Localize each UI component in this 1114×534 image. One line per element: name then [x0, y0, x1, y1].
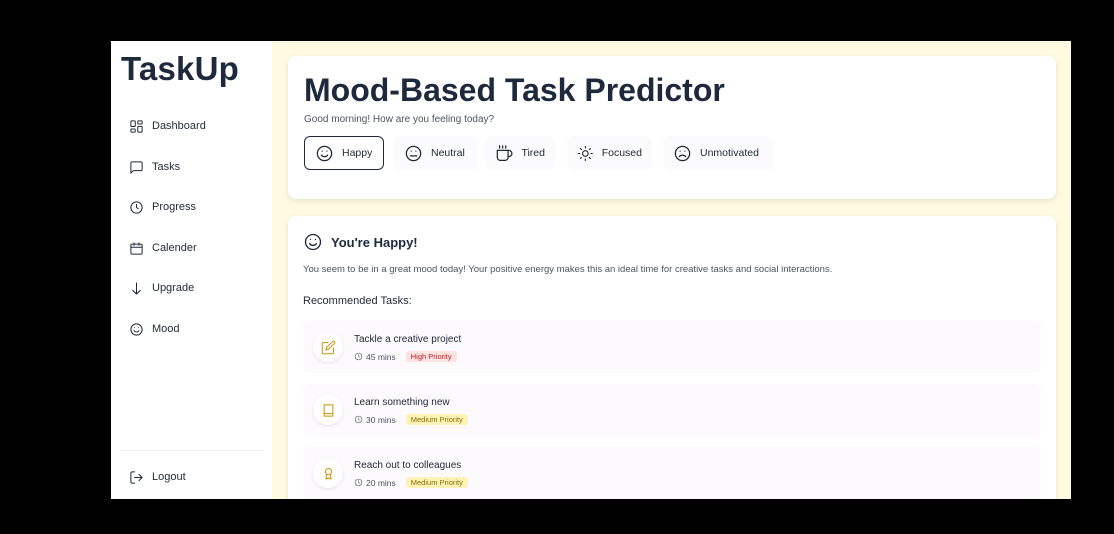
mood-option-unmotivated[interactable]: Unmotivated — [663, 136, 773, 170]
task-duration: 20 mins — [366, 477, 396, 488]
coffee-cup-icon — [496, 144, 513, 161]
sidebar-item-tasks[interactable]: Tasks — [129, 156, 180, 178]
mood-option-label: Happy — [342, 147, 373, 159]
mood-option-label: Tired — [521, 147, 545, 159]
page-title: Mood-Based Task Predictor — [304, 72, 725, 108]
mood-option-label: Focused — [601, 147, 642, 159]
mood-option-label: Unmotivated — [700, 147, 759, 159]
logout-label: Logout — [152, 471, 186, 483]
task-duration: 30 mins — [366, 414, 396, 425]
mood-option-label: Neutral — [431, 147, 465, 159]
sidebar-item-label: Upgrade — [152, 282, 195, 294]
sidebar-item-calender[interactable]: Calender — [129, 237, 197, 259]
priority-badge: Medium Priority — [405, 477, 468, 488]
sun-icon — [577, 145, 593, 161]
clock-icon — [354, 478, 363, 487]
clock-icon — [354, 352, 363, 361]
smile-icon — [130, 322, 143, 336]
sidebar-item-mood[interactable]: Mood — [129, 318, 180, 340]
award-icon — [324, 467, 332, 480]
logout-button[interactable]: Logout — [129, 466, 186, 488]
task-item[interactable]: Reach out to colleagues 20 mins Medium P… — [303, 447, 1041, 499]
task-title: Reach out to colleagues — [354, 460, 462, 471]
mood-option-neutral[interactable]: Neutral — [394, 136, 477, 170]
sidebar-item-upgrade[interactable]: Upgrade — [129, 277, 194, 299]
priority-badge: Medium Priority — [405, 414, 468, 425]
sidebar-item-label: Tasks — [152, 161, 181, 173]
result-header: You're Happy! — [303, 232, 418, 252]
task-item[interactable]: Tackle a creative project 45 mins High P… — [303, 321, 1041, 373]
result-description: You seem to be in a great mood today! Yo… — [303, 264, 833, 275]
app-window: TaskUp Dashboard Tasks Progress Calender… — [111, 41, 1071, 499]
book-icon — [323, 403, 333, 417]
mood-option-tired[interactable]: Tired — [485, 136, 555, 170]
mood-result-card: You're Happy! You seem to be in a great … — [288, 216, 1056, 499]
greeting-subtitle: Good morning! How are you feeling today? — [304, 114, 495, 125]
edit-icon — [321, 340, 335, 354]
sidebar-item-label: Progress — [152, 201, 197, 213]
clock-icon — [354, 415, 363, 424]
arrow-down-icon — [132, 281, 141, 295]
recommended-tasks-heading: Recommended Tasks: — [303, 295, 412, 307]
task-meta: 45 mins High Priority — [354, 351, 457, 362]
task-duration: 45 mins — [366, 351, 396, 362]
brand-logo: TaskUp — [121, 50, 239, 87]
sidebar-divider — [121, 450, 262, 451]
sidebar-item-progress[interactable]: Progress — [129, 196, 196, 218]
task-icon-wrap — [313, 332, 343, 362]
sidebar-item-label: Mood — [152, 323, 180, 335]
mood-option-happy[interactable]: Happy — [304, 136, 384, 170]
happy-face-icon — [304, 233, 322, 251]
dashboard-icon — [130, 119, 143, 133]
task-meta: 30 mins Medium Priority — [354, 414, 468, 425]
result-title: You're Happy! — [331, 234, 418, 250]
task-icon-wrap — [313, 458, 343, 488]
sad-face-icon — [674, 145, 691, 161]
chat-icon — [130, 160, 143, 174]
calendar-icon — [130, 241, 143, 255]
task-title: Learn something new — [354, 397, 450, 408]
mood-option-focused[interactable]: Focused — [567, 136, 652, 170]
priority-badge: High Priority — [405, 351, 457, 362]
neutral-face-icon — [405, 145, 422, 161]
happy-face-icon — [316, 145, 333, 161]
mood-selector-card: Mood-Based Task Predictor Good morning! … — [288, 56, 1056, 199]
sidebar-item-dashboard[interactable]: Dashboard — [129, 115, 206, 137]
sidebar: TaskUp Dashboard Tasks Progress Calender… — [111, 41, 272, 499]
clock-icon — [130, 200, 143, 214]
sidebar-item-label: Dashboard — [152, 120, 206, 132]
task-title: Tackle a creative project — [354, 334, 462, 345]
task-meta: 20 mins Medium Priority — [354, 477, 468, 488]
task-icon-wrap — [313, 395, 343, 425]
task-item[interactable]: Learn something new 30 mins Medium Prior… — [303, 384, 1041, 436]
sidebar-item-label: Calender — [152, 242, 197, 254]
logout-icon — [130, 470, 143, 484]
